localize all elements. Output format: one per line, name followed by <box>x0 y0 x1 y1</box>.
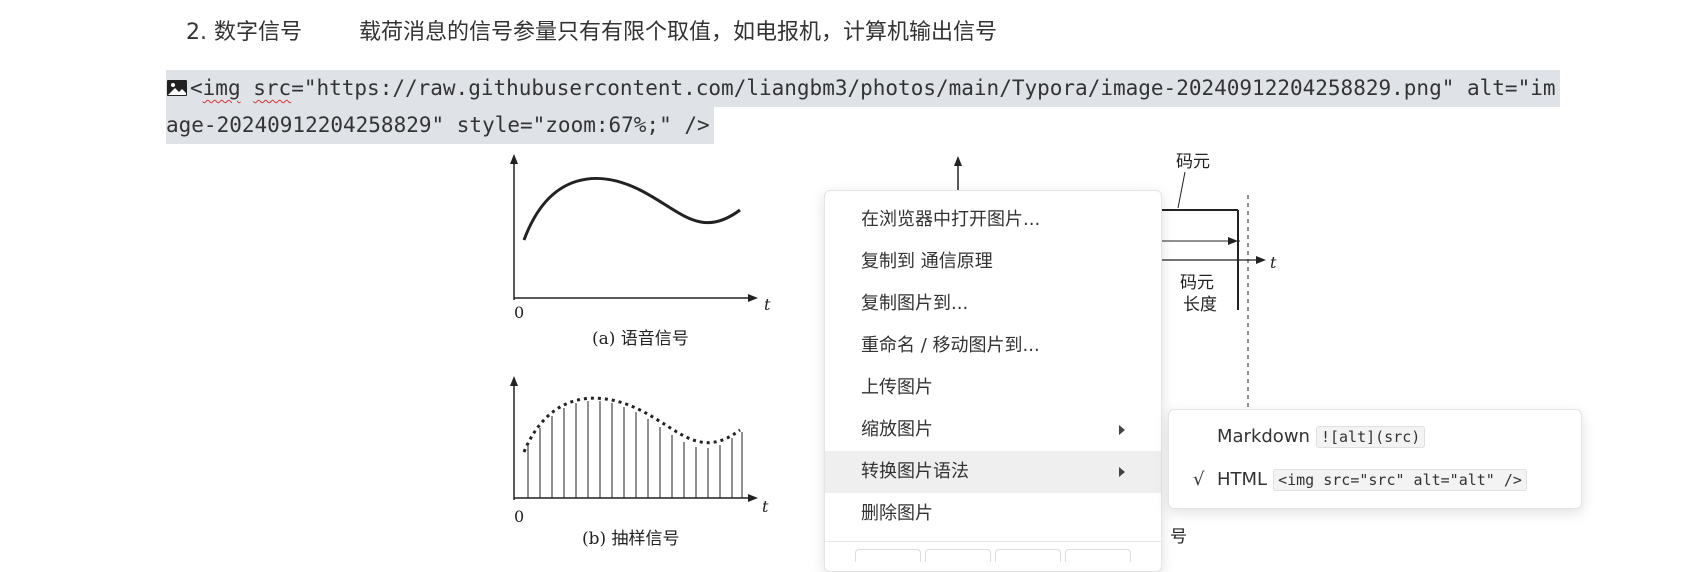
menu-copy-image-to[interactable]: 复制图片到... <box>825 283 1161 325</box>
checkmark-icon: √ <box>1193 469 1205 490</box>
submenu-arrow-icon <box>1119 467 1125 477</box>
markdown-syntax-code: ![alt](src) <box>1315 426 1426 448</box>
menu-bottom-button[interactable] <box>925 549 991 562</box>
zero-b-label: 0 <box>514 507 524 526</box>
convert-syntax-submenu: Markdown ![alt](src) √ HTML <img src="src"… <box>1168 409 1582 509</box>
code-tag-img: img <box>202 76 241 100</box>
code-element-label: 码元 <box>1176 152 1210 172</box>
submenu-arrow-icon <box>1119 425 1125 435</box>
code-line-2[interactable]: age-20240912204258829" style="zoom:67%;"… <box>166 107 714 144</box>
menu-bottom-button[interactable] <box>855 549 921 562</box>
submenu-html[interactable]: √ HTML <img src="src" alt="alt" /> <box>1169 459 1581 501</box>
code-attr-src: src <box>253 76 292 100</box>
partial-label: 号 <box>1170 527 1187 547</box>
heading-number: 2. 数字信号 <box>186 20 302 45</box>
sampled-signal-plot: 0 t (b) 抽样信号 <box>510 376 769 549</box>
menu-delete-image[interactable]: 删除图片 <box>825 493 1161 535</box>
menu-copy-to-notebook[interactable]: 复制到 通信原理 <box>825 241 1161 283</box>
menu-bottom-button[interactable] <box>1065 549 1131 562</box>
image-icon <box>167 80 187 96</box>
length-label: 长度 <box>1183 295 1217 315</box>
t-b-label: t <box>762 497 769 516</box>
menu-convert-image-syntax[interactable]: 转换图片语法 <box>825 451 1161 493</box>
menu-zoom-image[interactable]: 缩放图片 <box>825 409 1161 451</box>
html-image-source[interactable]: <img src="https://raw.githubusercontent.… <box>166 70 1616 144</box>
code-element-label-2: 码元 <box>1180 273 1214 293</box>
menu-rename-move-image[interactable]: 重命名 / 移动图片到... <box>825 325 1161 367</box>
zero-a-label: 0 <box>514 303 524 322</box>
t-a-label: t <box>764 295 771 314</box>
menu-bottom-button[interactable] <box>995 549 1061 562</box>
image-context-menu: 在浏览器中打开图片... 复制到 通信原理 复制图片到... 重命名 / 移动图… <box>824 190 1162 572</box>
section-heading: 2. 数字信号 载荷消息的信号参量只有有限个取值，如电报机，计算机输出信号 <box>186 14 997 46</box>
html-syntax-code: <img src="src" alt="alt" /> <box>1273 469 1527 491</box>
heading-text: 载荷消息的信号参量只有有限个取值，如电报机，计算机输出信号 <box>358 20 997 45</box>
submenu-markdown[interactable]: Markdown ![alt](src) <box>1169 416 1581 458</box>
code-line-1[interactable]: <img src="https://raw.githubusercontent.… <box>166 70 1560 107</box>
speech-signal-plot: 0 t (a) 语音信号 <box>510 154 771 349</box>
t-c-label: t <box>1270 253 1277 272</box>
label-a: (a) 语音信号 <box>592 329 689 349</box>
menu-upload-image[interactable]: 上传图片 <box>825 367 1161 409</box>
menu-open-in-browser[interactable]: 在浏览器中打开图片... <box>825 199 1161 241</box>
label-b: (b) 抽样信号 <box>582 529 680 549</box>
menu-divider <box>825 541 1161 542</box>
